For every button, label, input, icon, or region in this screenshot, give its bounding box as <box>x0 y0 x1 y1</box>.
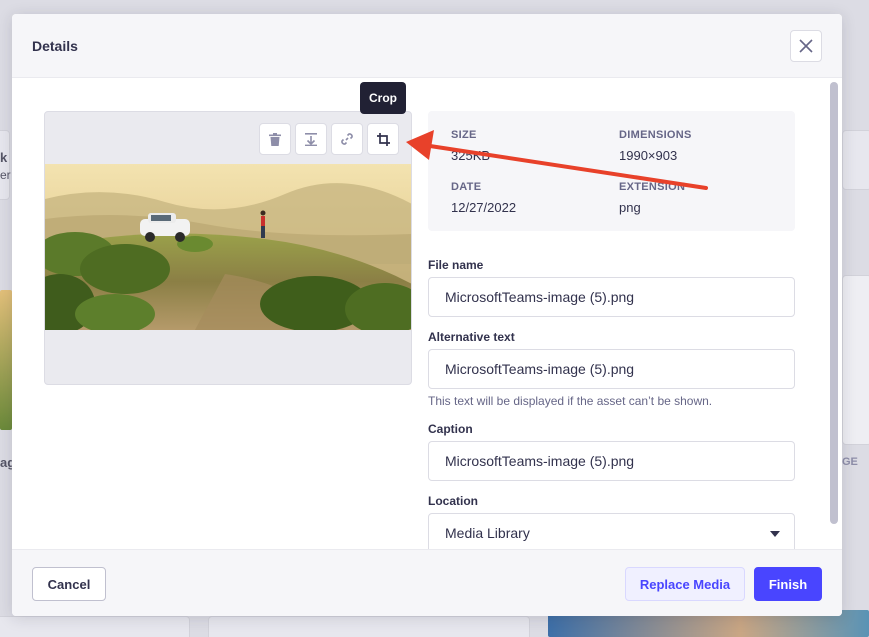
close-button[interactable] <box>790 30 822 62</box>
finish-button[interactable]: Finish <box>754 567 822 601</box>
file-name-label: File name <box>428 258 484 272</box>
background-card-left <box>0 130 10 200</box>
background-thumbnail <box>0 290 12 430</box>
modal-title: Details <box>32 38 78 54</box>
background-text: k <box>0 150 8 165</box>
size-label: SIZE <box>451 129 477 141</box>
scrollbar[interactable] <box>830 82 838 524</box>
location-select-value: Media Library <box>445 525 530 541</box>
crop-button[interactable] <box>367 123 399 155</box>
close-icon <box>799 39 813 53</box>
extension-value: png <box>619 200 641 215</box>
replace-media-button[interactable]: Replace Media <box>625 567 745 601</box>
background-card-bottom <box>208 616 530 637</box>
background-card-bottom <box>0 616 190 637</box>
background-card-right <box>842 130 869 190</box>
crop-icon <box>376 132 390 146</box>
extension-label: EXTENSION <box>619 181 686 193</box>
details-modal: Details SIZE 325KB DIMENSIONS 1990×903 D… <box>12 14 842 616</box>
size-value: 325KB <box>451 148 491 163</box>
download-icon <box>305 132 317 146</box>
alt-text-hint: This text will be displayed if the asset… <box>428 394 713 408</box>
download-button[interactable] <box>295 123 327 155</box>
modal-body: SIZE 325KB DIMENSIONS 1990×903 DATE 12/2… <box>12 78 842 549</box>
file-name-input[interactable] <box>428 277 795 317</box>
background-text: GE <box>842 456 858 468</box>
dimensions-label: DIMENSIONS <box>619 129 692 141</box>
preview-image <box>45 164 411 330</box>
delete-button[interactable] <box>259 123 291 155</box>
location-select[interactable]: Media Library <box>428 513 795 549</box>
modal-footer: Cancel Replace Media Finish <box>12 549 842 616</box>
alt-text-label: Alternative text <box>428 330 515 344</box>
cancel-button[interactable]: Cancel <box>32 567 106 601</box>
background-card-right <box>842 275 869 445</box>
chevron-down-icon <box>770 531 780 537</box>
modal-header: Details <box>12 14 842 78</box>
background-text: er <box>0 168 11 182</box>
copy-link-button[interactable] <box>331 123 363 155</box>
crop-tooltip: Crop <box>360 82 406 114</box>
location-label: Location <box>428 494 478 508</box>
trash-icon <box>269 132 281 146</box>
asset-info-box: SIZE 325KB DIMENSIONS 1990×903 DATE 12/2… <box>428 111 795 231</box>
caption-input[interactable] <box>428 441 795 481</box>
alt-text-input[interactable] <box>428 349 795 389</box>
asset-preview <box>44 111 412 385</box>
dimensions-value: 1990×903 <box>619 148 678 163</box>
link-icon <box>341 133 353 145</box>
date-label: DATE <box>451 181 482 193</box>
date-value: 12/27/2022 <box>451 200 517 215</box>
caption-label: Caption <box>428 422 473 436</box>
